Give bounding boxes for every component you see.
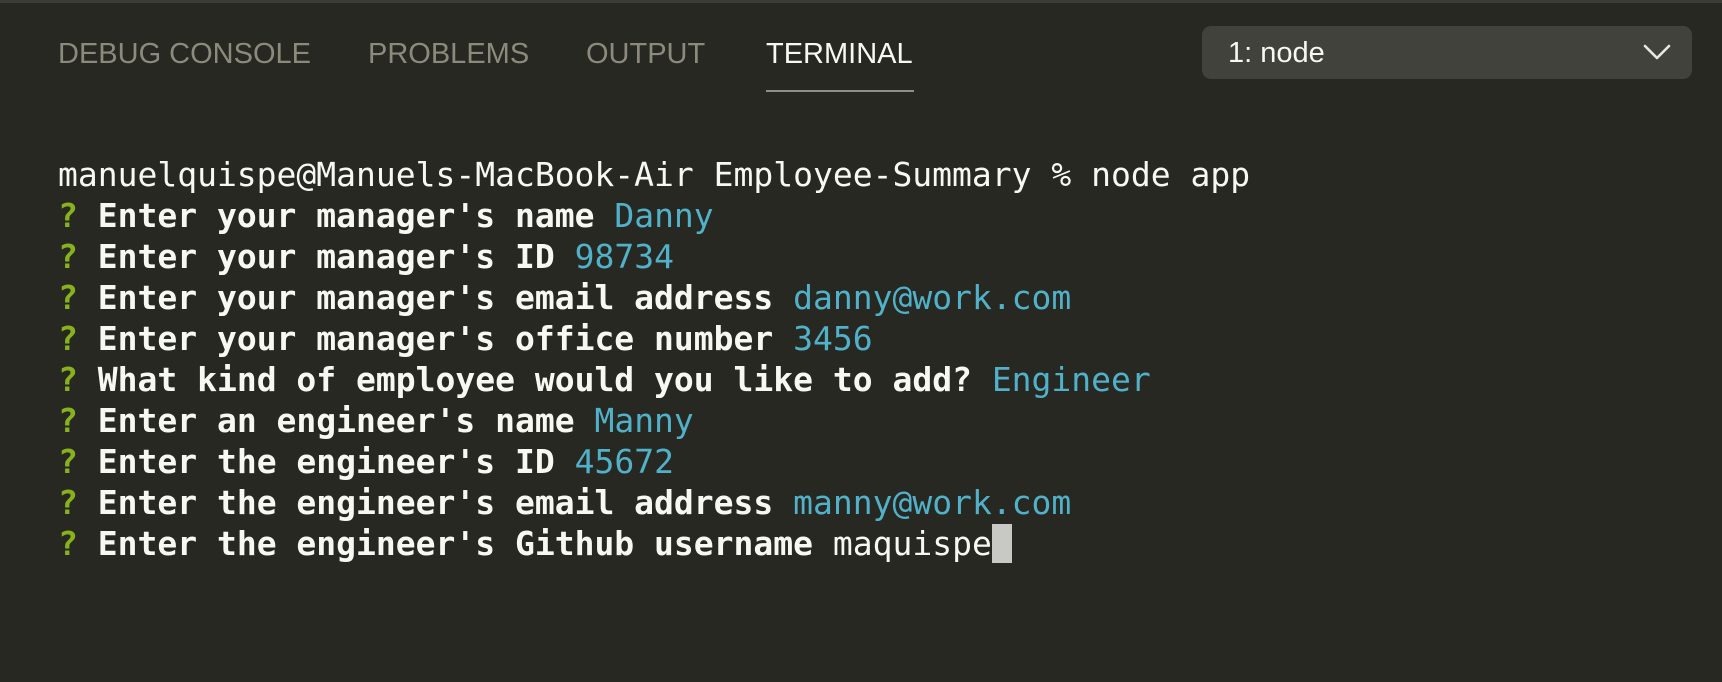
- prompt-answer: Manny: [594, 401, 694, 440]
- active-prompt-line[interactable]: ? Enter the engineer's Github username m…: [58, 523, 1702, 564]
- prompt-line: ? Enter your manager's email address dan…: [58, 277, 1702, 318]
- terminal-select-value: 1: node: [1228, 37, 1325, 69]
- prompt-line: ? What kind of employee would you like t…: [58, 359, 1702, 400]
- terminal-output[interactable]: manuelquispe@Manuels-MacBook-Air Employe…: [58, 154, 1702, 564]
- prompt-question: Enter your manager's email address: [97, 278, 774, 317]
- prompt-question: What kind of employee would you like to …: [97, 360, 972, 399]
- panel-tab-bar: DEBUG CONSOLE PROBLEMS OUTPUT TERMINAL 1…: [0, 0, 1722, 100]
- prompt-answer: Engineer: [991, 360, 1151, 399]
- question-mark: ?: [58, 278, 78, 317]
- prompt-question: Enter an engineer's name: [97, 401, 575, 440]
- question-mark: ?: [58, 483, 78, 522]
- tab-debug-console[interactable]: DEBUG CONSOLE: [58, 36, 311, 92]
- question-mark: ?: [58, 401, 78, 440]
- prompt-question: Enter your manager's ID: [97, 237, 555, 276]
- prompt-answer: 3456: [793, 319, 873, 358]
- prompt-question: Enter your manager's name: [97, 196, 595, 235]
- prompt-question: Enter your manager's office number: [97, 319, 774, 358]
- tab-output[interactable]: OUTPUT: [586, 36, 705, 92]
- terminal-select[interactable]: 1: node: [1202, 26, 1692, 79]
- prompt-answer: manny@work.com: [793, 483, 1072, 522]
- prompt-line: ? Enter your manager's name Danny: [58, 195, 1702, 236]
- question-mark: ?: [58, 524, 78, 563]
- prompt-line: ? Enter an engineer's name Manny: [58, 400, 1702, 441]
- question-mark: ?: [58, 237, 78, 276]
- terminal-command-line: manuelquispe@Manuels-MacBook-Air Employe…: [58, 154, 1702, 195]
- prompt-answer: Danny: [614, 196, 714, 235]
- tab-terminal[interactable]: TERMINAL: [766, 36, 914, 92]
- prompt-line: ? Enter the engineer's ID 45672: [58, 441, 1702, 482]
- prompt-answer: 45672: [574, 442, 674, 481]
- prompt-list: ? Enter your manager's name Danny? Enter…: [58, 195, 1702, 523]
- terminal-cursor: [991, 524, 1012, 563]
- active-tab-indicator: [766, 90, 914, 92]
- question-mark: ?: [58, 442, 78, 481]
- prompt-answer: danny@work.com: [793, 278, 1072, 317]
- prompt-question: Enter the engineer's ID: [97, 442, 555, 481]
- prompt-question: Enter the engineer's email address: [97, 483, 774, 522]
- prompt-input[interactable]: maquispe: [833, 524, 992, 563]
- question-mark: ?: [58, 196, 78, 235]
- prompt-answer: 98734: [574, 237, 674, 276]
- prompt-line: ? Enter the engineer's email address man…: [58, 482, 1702, 523]
- shell-command: manuelquispe@Manuels-MacBook-Air Employe…: [58, 155, 1251, 194]
- prompt-line: ? Enter your manager's office number 345…: [58, 318, 1702, 359]
- prompt-line: ? Enter your manager's ID 98734: [58, 236, 1702, 277]
- question-mark: ?: [58, 319, 78, 358]
- tab-problems[interactable]: PROBLEMS: [368, 36, 529, 92]
- tab-terminal-label: TERMINAL: [766, 38, 913, 70]
- question-mark: ?: [58, 360, 78, 399]
- prompt-question: Enter the engineer's Github username: [97, 524, 813, 563]
- chevron-down-icon: [1643, 44, 1671, 60]
